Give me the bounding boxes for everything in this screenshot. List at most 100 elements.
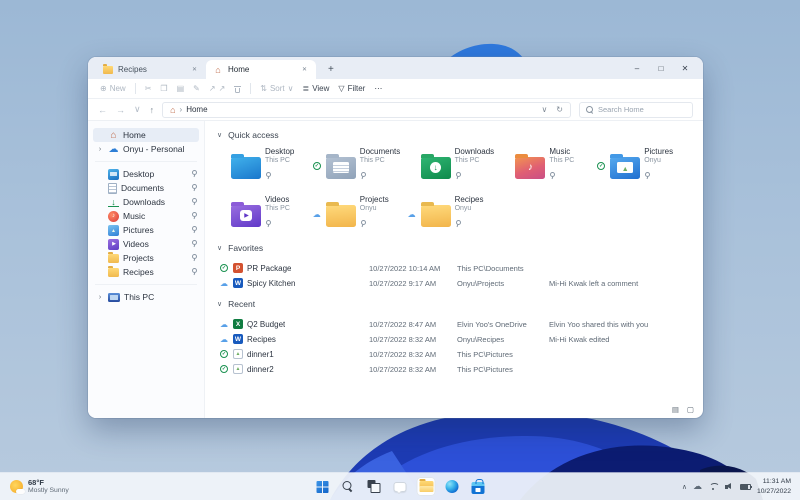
- sidebar-item-label: Documents: [121, 183, 164, 193]
- breadcrumb-bar[interactable]: ⌂ › Home ∨ ↻: [162, 101, 571, 118]
- sidebar-item[interactable]: Downloads: [93, 195, 199, 209]
- file-name: dinner1: [247, 349, 274, 359]
- task-view-button[interactable]: [365, 477, 384, 496]
- file-explorer-button[interactable]: [416, 477, 436, 496]
- maximize-button[interactable]: □: [649, 64, 673, 73]
- quick-access-tile[interactable]: Desktop This PC: [217, 147, 312, 186]
- file-row[interactable]: dinner2 10/27/2022 8:32 AM This PC\Pictu…: [217, 362, 691, 377]
- file-row[interactable]: dinner1 10/27/2022 8:32 AM This PC\Pictu…: [217, 347, 691, 362]
- tab-close-icon[interactable]: ✕: [300, 64, 309, 75]
- icons-view-button[interactable]: ▢: [687, 405, 694, 414]
- tile-location: Onyu: [644, 157, 661, 164]
- sidebar-item[interactable]: Pictures: [93, 223, 199, 237]
- sidebar-item-icon: [108, 224, 119, 236]
- search-input[interactable]: [598, 105, 686, 114]
- file-location: Elvin Yoo's OneDrive: [457, 319, 527, 329]
- edge-button[interactable]: [443, 477, 462, 496]
- file-row[interactable]: Recipes 10/27/2022 8:32 AM Onyu\Recipes …: [217, 332, 691, 347]
- refresh-icon[interactable]: ↻: [556, 105, 563, 114]
- sort-icon: ⇅: [260, 84, 267, 93]
- weather-widget[interactable]: 68°F Mostly Sunny: [0, 478, 69, 495]
- recent-locations-button[interactable]: ∨: [134, 104, 141, 115]
- sidebar-item-icon: [108, 182, 117, 194]
- taskbar-search-button[interactable]: [339, 477, 358, 496]
- more-options-button[interactable]: ⋯: [374, 84, 382, 93]
- sidebar-item[interactable]: Videos: [93, 237, 199, 251]
- share-button[interactable]: ↗ ↗: [209, 84, 225, 93]
- sidebar-item-icon: [108, 251, 119, 263]
- copy-button[interactable]: ❐: [160, 84, 167, 93]
- file-row[interactable]: Spicy Kitchen 10/27/2022 9:17 AM Onyu\Pr…: [217, 276, 691, 291]
- recent-header[interactable]: ∨ Recent: [217, 297, 691, 311]
- quick-access-tile[interactable]: Videos This PC: [217, 195, 312, 234]
- store-button[interactable]: [469, 477, 488, 496]
- quick-access-tile[interactable]: Recipes Onyu: [407, 195, 502, 234]
- file-row[interactable]: Q2 Budget 10/27/2022 8:47 AM Elvin Yoo's…: [217, 317, 691, 332]
- sidebar-item-icon: [108, 197, 119, 207]
- sort-button[interactable]: ⇅ Sort ∨: [260, 84, 293, 93]
- battery-icon[interactable]: [739, 483, 752, 490]
- sidebar-item-this-pc[interactable]: › This PC: [93, 290, 199, 304]
- file-location: This PC\Documents: [457, 263, 524, 273]
- paste-button[interactable]: ▤: [177, 84, 185, 93]
- tile-text: Pictures Onyu: [644, 147, 673, 186]
- sidebar-item-label: Music: [123, 211, 146, 221]
- sidebar-item[interactable]: Recipes: [93, 265, 199, 279]
- file-type-icon: [233, 334, 243, 344]
- quick-access-tile[interactable]: Downloads This PC: [407, 147, 502, 186]
- sidebar-item-onedrive[interactable]: › Onyu - Personal: [93, 142, 199, 156]
- quick-access-tile[interactable]: Pictures Onyu: [596, 147, 691, 186]
- file-type-icon: [233, 278, 243, 288]
- sidebar-item[interactable]: Music: [93, 209, 199, 223]
- explorer-tab[interactable]: Recipes ✕: [96, 60, 206, 79]
- new-button[interactable]: ⊕ New: [100, 84, 126, 93]
- minimize-button[interactable]: –: [625, 64, 649, 73]
- tab-close-icon[interactable]: ✕: [190, 64, 199, 75]
- system-tray: ∧ ☁ 11:31 AM 10/27/2022: [682, 477, 800, 495]
- sync-status-badge: [407, 210, 417, 219]
- cut-button[interactable]: ✂: [145, 84, 152, 93]
- wifi-icon[interactable]: [708, 483, 719, 491]
- breadcrumb-path[interactable]: Home: [186, 105, 207, 114]
- sidebar-item[interactable]: Projects: [93, 251, 199, 265]
- quick-access-header[interactable]: ∨ Quick access: [217, 128, 691, 142]
- up-button[interactable]: ↑: [150, 105, 155, 115]
- filter-button[interactable]: ▽ Filter: [338, 84, 365, 93]
- expand-chevron-icon[interactable]: ›: [96, 146, 104, 153]
- close-button[interactable]: ✕: [673, 64, 697, 73]
- share-icon: ↗: [208, 84, 216, 93]
- search-box[interactable]: [579, 101, 693, 118]
- file-row[interactable]: PR Package 10/27/2022 10:14 AM This PC\D…: [217, 261, 691, 276]
- start-button[interactable]: [313, 477, 332, 496]
- rename-button[interactable]: ✎: [193, 84, 200, 93]
- clock[interactable]: 11:31 AM 10/27/2022: [757, 477, 791, 495]
- favorites-header[interactable]: ∨ Favorites: [217, 241, 691, 255]
- quick-access-tile[interactable]: Music This PC: [501, 147, 596, 186]
- sidebar-item-home[interactable]: Home: [93, 128, 199, 142]
- forward-button[interactable]: →: [116, 105, 125, 115]
- sidebar-item[interactable]: Desktop: [93, 167, 199, 181]
- new-tab-button[interactable]: +: [324, 65, 338, 75]
- onedrive-tray-icon[interactable]: ☁: [693, 481, 702, 492]
- sidebar-item-label: Pictures: [123, 225, 154, 235]
- search-icon: [586, 105, 594, 114]
- chat-button[interactable]: [391, 477, 410, 496]
- back-button[interactable]: ←: [98, 105, 107, 115]
- tray-date: 10/27/2022: [756, 487, 791, 495]
- sync-status-badge: [219, 320, 229, 329]
- expand-chevron-icon[interactable]: ›: [96, 294, 104, 301]
- delete-button[interactable]: [234, 85, 242, 93]
- sidebar-item[interactable]: Documents: [93, 181, 199, 195]
- address-dropdown-icon[interactable]: ∨: [541, 105, 547, 114]
- folder-icon: [515, 153, 546, 179]
- details-view-button[interactable]: ▤: [672, 405, 679, 414]
- volume-icon[interactable]: [724, 482, 734, 491]
- quick-access-tile[interactable]: Projects Onyu: [312, 195, 407, 234]
- view-button[interactable]: ≣ View: [303, 84, 330, 93]
- navigation-pane: Home › Onyu - Personal Desktop: [88, 121, 205, 418]
- hidden-icons-button[interactable]: ∧: [682, 483, 687, 491]
- tile-location: This PC: [359, 157, 385, 164]
- quick-access-tile[interactable]: Documents This PC: [312, 147, 407, 186]
- explorer-tab[interactable]: Home ✕: [206, 60, 316, 79]
- tile-text: Documents This PC: [360, 147, 400, 186]
